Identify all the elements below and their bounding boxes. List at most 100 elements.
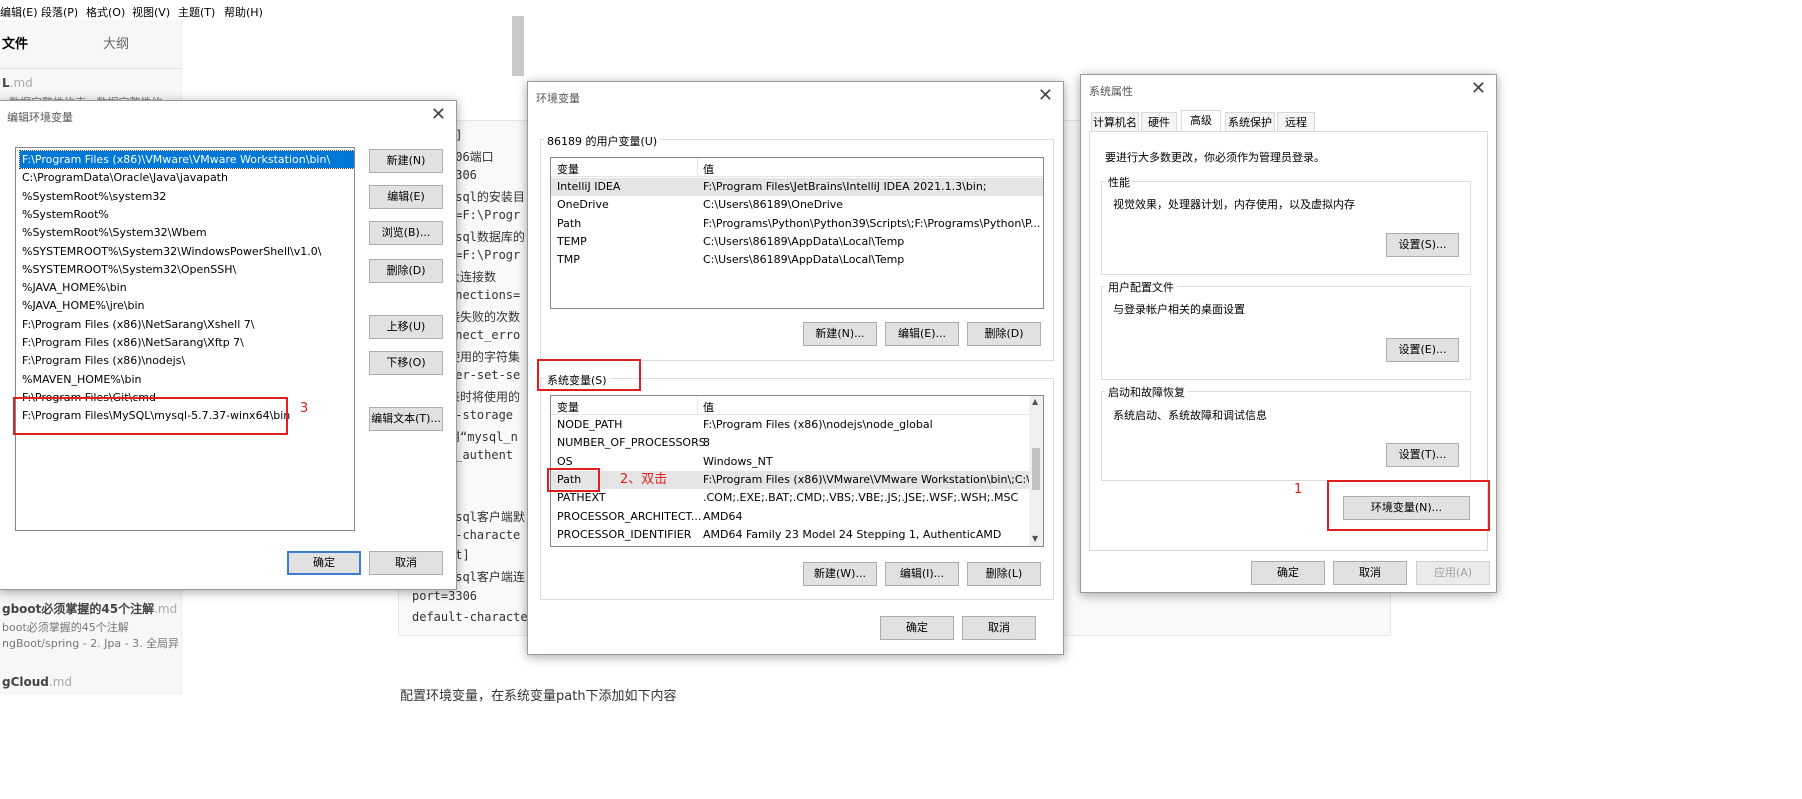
- ok-button[interactable]: 确定: [1251, 561, 1325, 585]
- file-item-title[interactable]: gCloud.md: [2, 675, 72, 689]
- user-delete-button[interactable]: 删除(D): [967, 322, 1041, 346]
- delete-button[interactable]: 删除(D): [369, 259, 443, 283]
- ok-button[interactable]: 确定: [880, 616, 954, 640]
- variable-name-cell: IntelliJ IDEA: [557, 180, 621, 193]
- code-line: r=F:\Progr: [448, 248, 521, 262]
- performance-settings-button[interactable]: 设置(S)...: [1386, 233, 1459, 257]
- menu-help[interactable]: 帮助(H): [224, 4, 263, 20]
- close-icon[interactable]: ✕: [431, 104, 446, 125]
- table-row[interactable]: NUMBER_OF_PROCESSORS 8: [551, 434, 1029, 452]
- menu-theme[interactable]: 主题(T): [178, 4, 215, 20]
- system-new-button[interactable]: 新建(W)...: [803, 562, 877, 586]
- startup-recovery-settings-button[interactable]: 设置(T)...: [1386, 443, 1459, 467]
- move-up-button[interactable]: 上移(U): [369, 315, 443, 339]
- table-row[interactable]: PROCESSOR_ARCHITECT... AMD64: [551, 508, 1029, 526]
- cancel-button[interactable]: 取消: [369, 551, 443, 575]
- edit-button[interactable]: 编辑(E): [369, 185, 443, 209]
- column-header-variable[interactable]: 变量: [557, 161, 579, 177]
- column-header-value[interactable]: 值: [703, 161, 714, 177]
- system-delete-button[interactable]: 删除(L): [967, 562, 1041, 586]
- menu-format[interactable]: 格式(O): [86, 4, 125, 20]
- highlight-box: [13, 397, 288, 435]
- code-line: t-characte: [448, 528, 521, 542]
- column-header-variable[interactable]: 变量: [557, 399, 579, 415]
- highlight-box: [537, 359, 641, 391]
- user-edit-button[interactable]: 编辑(E)...: [885, 322, 959, 346]
- variable-name-cell: NODE_PATH: [557, 418, 623, 431]
- system-edit-button[interactable]: 编辑(I)...: [885, 562, 959, 586]
- user-profile-settings-button[interactable]: 设置(E)...: [1386, 338, 1459, 362]
- scroll-down-icon[interactable]: ▼: [1032, 534, 1038, 543]
- highlight-box: [1327, 480, 1490, 531]
- code-line: port=3306: [412, 589, 478, 603]
- startup-recovery-desc: 系统启动、系统故障和调试信息: [1113, 409, 1267, 422]
- code-line: r=F:\Progr: [448, 208, 521, 222]
- code-line: ter-set-se: [448, 368, 521, 382]
- table-row[interactable]: NODE_PATH F:\Program Files (x86)\nodejs\n…: [551, 416, 1029, 434]
- tab-hardware[interactable]: 硬件: [1141, 112, 1177, 132]
- path-list-item[interactable]: C:\ProgramData\Oracle\Java\javapath: [20, 169, 228, 186]
- table-row[interactable]: Path F:\Programs\Python\Python39\Scripts\…: [551, 215, 1043, 233]
- scroll-up-icon[interactable]: ▲: [1032, 397, 1038, 406]
- cancel-button[interactable]: 取消: [1333, 561, 1407, 585]
- browse-button[interactable]: 浏览(B)...: [369, 221, 443, 245]
- screenshot-root: 编辑(E) 段落(P) 格式(O) 视图(V) 主题(T) 帮助(H) 文件 大…: [0, 0, 1802, 799]
- path-list-item[interactable]: %SystemRoot%: [20, 206, 109, 223]
- path-list-item[interactable]: %SystemRoot%\System32\Wbem: [20, 224, 207, 241]
- editor-scrollbar[interactable]: [512, 16, 524, 76]
- menu-edit[interactable]: 编辑(E): [0, 4, 38, 20]
- file-item-title[interactable]: L.md: [2, 76, 33, 90]
- apply-button[interactable]: 应用(A): [1416, 561, 1490, 585]
- path-list-item[interactable]: F:\Program Files (x86)\NetSarang\Xshell …: [20, 316, 255, 333]
- path-list-item[interactable]: %SYSTEMROOT%\System32\WindowsPowerShell\…: [20, 243, 321, 260]
- tab-remote[interactable]: 远程: [1277, 112, 1315, 132]
- tab-files[interactable]: 文件: [2, 33, 28, 52]
- dialog-title: 编辑环境变量: [7, 111, 73, 124]
- table-row[interactable]: OneDrive C:\Users\86189\OneDrive: [551, 196, 1043, 214]
- close-icon[interactable]: ✕: [1038, 85, 1053, 106]
- path-list-item[interactable]: %SYSTEMROOT%\System32\OpenSSH\: [20, 261, 236, 278]
- startup-recovery-group: [1101, 391, 1471, 481]
- menu-paragraph[interactable]: 段落(P): [41, 4, 78, 20]
- table-row[interactable]: TEMP C:\Users\86189\AppData\Local\Temp: [551, 233, 1043, 251]
- close-icon[interactable]: ✕: [1471, 78, 1486, 99]
- code-line: ysql客户端默: [448, 510, 525, 524]
- menu-bar: 编辑(E) 段落(P) 格式(O) 视图(V) 主题(T) 帮助(H): [0, 0, 520, 20]
- path-list-item[interactable]: %MAVEN_HOME%\bin: [20, 371, 142, 388]
- path-list-item[interactable]: %JAVA_HOME%\jre\bin: [20, 297, 145, 314]
- path-list-item[interactable]: F:\Program Files (x86)\NetSarang\Xftp 7\: [20, 334, 244, 351]
- move-down-button[interactable]: 下移(O): [369, 351, 443, 375]
- variable-value-cell: .COM;.EXE;.BAT;.CMD;.VBS;.VBE;.JS;.JSE;.…: [703, 491, 1019, 505]
- cancel-button[interactable]: 取消: [962, 616, 1036, 640]
- user-new-button[interactable]: 新建(N)...: [803, 322, 877, 346]
- tab-system-protection[interactable]: 系统保护: [1225, 112, 1275, 132]
- scroll-thumb[interactable]: [1032, 448, 1040, 490]
- path-list-item[interactable]: F:\Program Files (x86)\VMware\VMware Wor…: [19, 150, 354, 169]
- new-button[interactable]: 新建(N): [369, 149, 443, 173]
- tab-computer-name[interactable]: 计算机名: [1091, 112, 1139, 132]
- code-line: default-characte: [412, 610, 528, 624]
- table-row[interactable]: TMP C:\Users\86189\AppData\Local\Temp: [551, 251, 1043, 269]
- user-vars-table[interactable]: 变量 值 IntelliJ IDEA F:\Program Files\JetBr…: [550, 157, 1044, 309]
- file-item-title[interactable]: gboot必须掌握的45个注解.md: [2, 600, 177, 617]
- path-list-item[interactable]: %SystemRoot%\system32: [20, 188, 166, 205]
- table-row[interactable]: PATHEXT .COM;.EXE;.BAT;.CMD;.VBS;.VBE;.JS…: [551, 489, 1029, 507]
- table-header: 变量 值: [551, 396, 1029, 415]
- path-list[interactable]: F:\Program Files (x86)\VMware\VMware Wor…: [15, 147, 355, 531]
- table-row[interactable]: IntelliJ IDEA F:\Program Files\JetBrains\…: [551, 178, 1043, 196]
- code-line: nnections=: [448, 288, 521, 302]
- path-list-item[interactable]: %JAVA_HOME%\bin: [20, 279, 127, 296]
- system-vars-scrollbar[interactable]: ▲ ▼: [1029, 396, 1043, 546]
- table-row[interactable]: PROCESSOR_IDENTIFIER AMD64 Family 23 Mode…: [551, 526, 1029, 544]
- edit-text-button[interactable]: 编辑文本(T)...: [369, 407, 443, 431]
- variable-name-cell: OneDrive: [557, 198, 609, 212]
- column-header-value[interactable]: 值: [703, 399, 714, 415]
- paragraph-text: 配置环境变量，在系统变量path下添加如下内容: [400, 689, 677, 704]
- path-list-item[interactable]: F:\Program Files (x86)\nodejs\: [20, 352, 185, 369]
- code-line: ysql的安装目: [448, 190, 525, 204]
- menu-view[interactable]: 视图(V): [132, 4, 170, 20]
- system-properties-dialog: 系统属性 ✕ 计算机名 硬件 高级 系统保护 远程 要进行大多数更改，你必须作为…: [1080, 74, 1497, 593]
- ok-button[interactable]: 确定: [287, 551, 361, 575]
- tab-advanced[interactable]: 高级: [1181, 110, 1221, 132]
- tab-outline[interactable]: 大纲: [103, 33, 129, 52]
